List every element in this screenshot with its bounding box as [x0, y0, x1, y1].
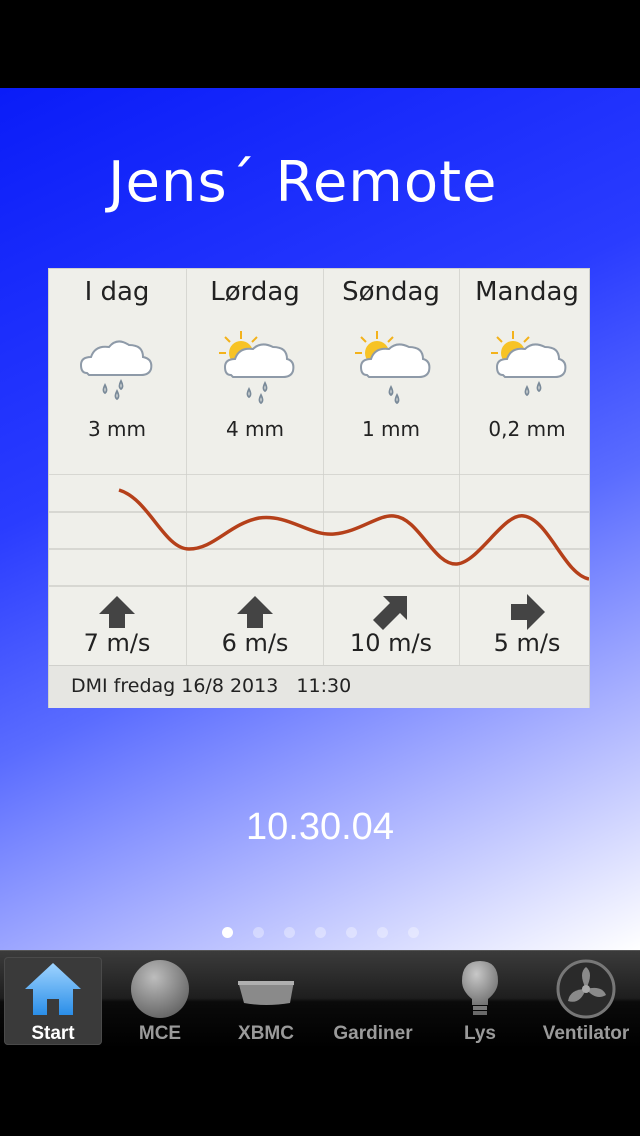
- sun-rain-cloud-icon: [355, 331, 431, 405]
- wind-speed: 10 m/s: [349, 629, 433, 657]
- day-column: Lørdag 4 mm 6 m/s: [187, 269, 323, 665]
- clock: 10.30.04: [246, 806, 394, 848]
- main-screen: Jens´ Remote I dag 3 mm 7 m/s Lørdag 4 m…: [0, 88, 640, 950]
- tab-label: MCE: [138, 1023, 182, 1044]
- day-column: Søndag 1 mm 10 m/s: [323, 269, 459, 665]
- page-dot[interactable]: [314, 927, 326, 938]
- page-dot[interactable]: [283, 927, 295, 938]
- tab-start[interactable]: Start: [4, 957, 102, 1045]
- page-indicator[interactable]: [0, 923, 640, 942]
- xbmc-box-icon: [238, 981, 294, 1005]
- day-column: I dag 3 mm 7 m/s: [49, 269, 185, 665]
- tab-lys[interactable]: Lys: [431, 957, 529, 1045]
- tab-label: XBMC: [238, 1023, 294, 1044]
- temperature-chart: [49, 474, 589, 587]
- wind-speed: 7 m/s: [83, 629, 151, 657]
- tab-gardiner[interactable]: Gardiner: [324, 957, 422, 1045]
- tab-label: Ventilator: [542, 1023, 630, 1044]
- day-name: Søndag: [342, 277, 440, 307]
- page-dot[interactable]: [252, 927, 264, 938]
- bulb-icon: [462, 961, 498, 1015]
- northeast-arrow-icon: [373, 596, 407, 630]
- fan-icon: [556, 959, 616, 1019]
- tab-label: Gardiner: [333, 1023, 413, 1044]
- page-dot[interactable]: [376, 927, 388, 938]
- temperature-line: [118, 488, 589, 581]
- tab-ventilator[interactable]: Ventilator: [537, 957, 635, 1045]
- forecast-timestamp: DMI fredag 16/8 2013 11:30: [71, 675, 352, 697]
- day-column: Mandag 0,2 mm 5 m/s: [459, 269, 595, 665]
- rain-amount: 3 mm: [87, 417, 147, 441]
- day-name: Mandag: [475, 277, 579, 307]
- tab-xbmc[interactable]: XBMC: [217, 957, 315, 1045]
- circle-icon: [131, 960, 189, 1018]
- north-arrow-icon: [237, 596, 273, 628]
- tab-mce[interactable]: MCE: [111, 957, 209, 1045]
- page-dot-active[interactable]: [221, 927, 233, 938]
- tab-label: Start: [31, 1023, 75, 1044]
- rain-cloud-icon: [79, 340, 153, 401]
- status-bar: [0, 0, 640, 88]
- wind-speed: 5 m/s: [493, 629, 561, 657]
- weather-widget: I dag 3 mm 7 m/s Lørdag 4 mm 6 m/s Sønda…: [48, 268, 590, 708]
- home-indicator-area: [0, 1048, 640, 1136]
- sun-rain-cloud-icon: [491, 331, 567, 397]
- dmi-footer: DMI fredag 16/8 2013 11:30: [49, 665, 589, 708]
- page-dot[interactable]: [345, 927, 357, 938]
- east-arrow-icon: [511, 594, 545, 630]
- day-name: Lørdag: [210, 277, 300, 307]
- rain-amount: 0,2 mm: [488, 417, 566, 441]
- page-dot[interactable]: [407, 927, 419, 938]
- tab-label: Lys: [463, 1023, 497, 1044]
- sun-rain-cloud-icon: [219, 331, 295, 405]
- home-icon: [25, 963, 81, 1015]
- day-name: I dag: [84, 277, 150, 307]
- wind-speed: 6 m/s: [221, 629, 289, 657]
- tab-bar: Start MCE XBMC Gardiner Lys Ventilator: [0, 950, 640, 1049]
- north-arrow-icon: [99, 596, 135, 628]
- rain-amount: 1 mm: [361, 417, 421, 441]
- app-title: Jens´ Remote: [108, 150, 498, 215]
- rain-amount: 4 mm: [225, 417, 285, 441]
